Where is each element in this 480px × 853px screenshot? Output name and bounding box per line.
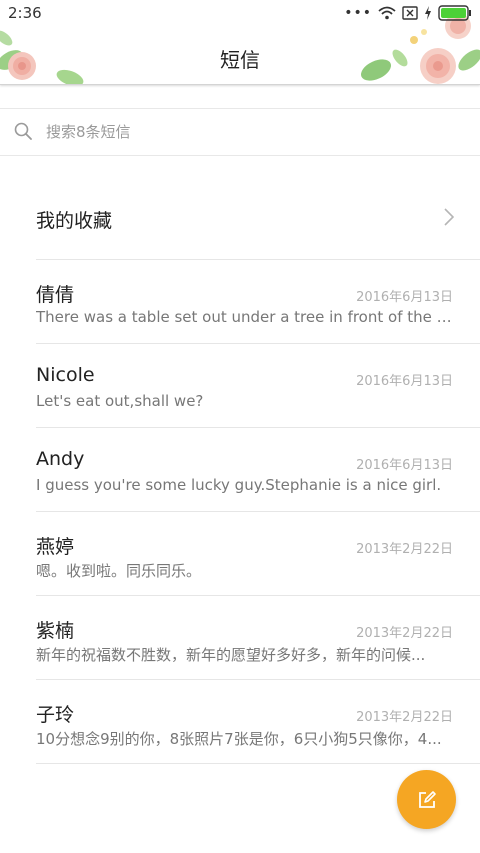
conversation-item[interactable]: Andy 2016年6月13日 I guess you're some luck…: [0, 428, 480, 512]
conversation-item[interactable]: 子玲 2013年2月22日 10分想念9别的你，8张照片7张是你，6只小狗5只像…: [0, 680, 480, 764]
conversation-item[interactable]: 燕婷 2013年2月22日 嗯。收到啦。同乐同乐。: [0, 512, 480, 596]
favorites-label: 我的收藏: [36, 210, 113, 232]
message-preview: There was a table set out under a tree i…: [36, 308, 452, 326]
compose-button[interactable]: [397, 770, 456, 829]
contact-name: 紫楠: [36, 620, 75, 642]
message-date: 2013年2月22日: [356, 542, 453, 557]
message-date: 2013年2月22日: [356, 626, 453, 641]
message-date: 2013年2月22日: [356, 710, 453, 725]
conversation-item[interactable]: Nicole 2016年6月13日 Let's eat out,shall we…: [0, 344, 480, 428]
wifi-icon: [378, 6, 396, 20]
message-preview: 10分想念9别的你，8张照片7张是你，6只小狗5只像你，4...: [36, 730, 442, 748]
header: 2:36 ••• 短信: [0, 0, 480, 85]
status-bar: 2:36 •••: [0, 0, 480, 28]
contact-name: Nicole: [36, 364, 95, 386]
message-date: 2016年6月13日: [356, 374, 453, 389]
favorites-row[interactable]: 我的收藏: [0, 176, 480, 260]
no-sim-icon: [402, 6, 418, 20]
battery-icon: [438, 5, 471, 21]
divider: [36, 763, 480, 764]
message-preview: 新年的祝福数不胜数，新年的愿望好多好多，新年的问候...: [36, 646, 426, 664]
contact-name: 子玲: [36, 704, 75, 726]
search-bar[interactable]: [0, 108, 480, 156]
contact-name: 燕婷: [36, 536, 75, 558]
message-date: 2016年6月13日: [356, 458, 453, 473]
status-icons: •••: [344, 5, 472, 21]
more-dots-icon: •••: [344, 5, 372, 21]
status-time: 2:36: [8, 4, 42, 22]
contact-name: 倩倩: [36, 284, 75, 306]
conversation-item[interactable]: 倩倩 2016年6月13日 There was a table set out …: [0, 260, 480, 344]
message-preview: I guess you're some lucky guy.Stephanie …: [36, 476, 442, 494]
message-date: 2016年6月13日: [356, 290, 453, 305]
message-preview: 嗯。收到啦。同乐同乐。: [36, 562, 202, 580]
search-icon: [14, 122, 32, 140]
contact-name: Andy: [36, 448, 85, 470]
conversation-item[interactable]: 紫楠 2013年2月22日 新年的祝福数不胜数，新年的愿望好多好多，新年的问候.…: [0, 596, 480, 680]
search-input[interactable]: [46, 109, 446, 155]
compose-icon: [418, 790, 436, 808]
message-preview: Let's eat out,shall we?: [36, 392, 204, 410]
chevron-right-icon: [444, 208, 454, 226]
page-title: 短信: [220, 48, 260, 72]
conversation-list: 倩倩 2016年6月13日 There was a table set out …: [0, 260, 480, 764]
charging-icon: [425, 6, 431, 20]
